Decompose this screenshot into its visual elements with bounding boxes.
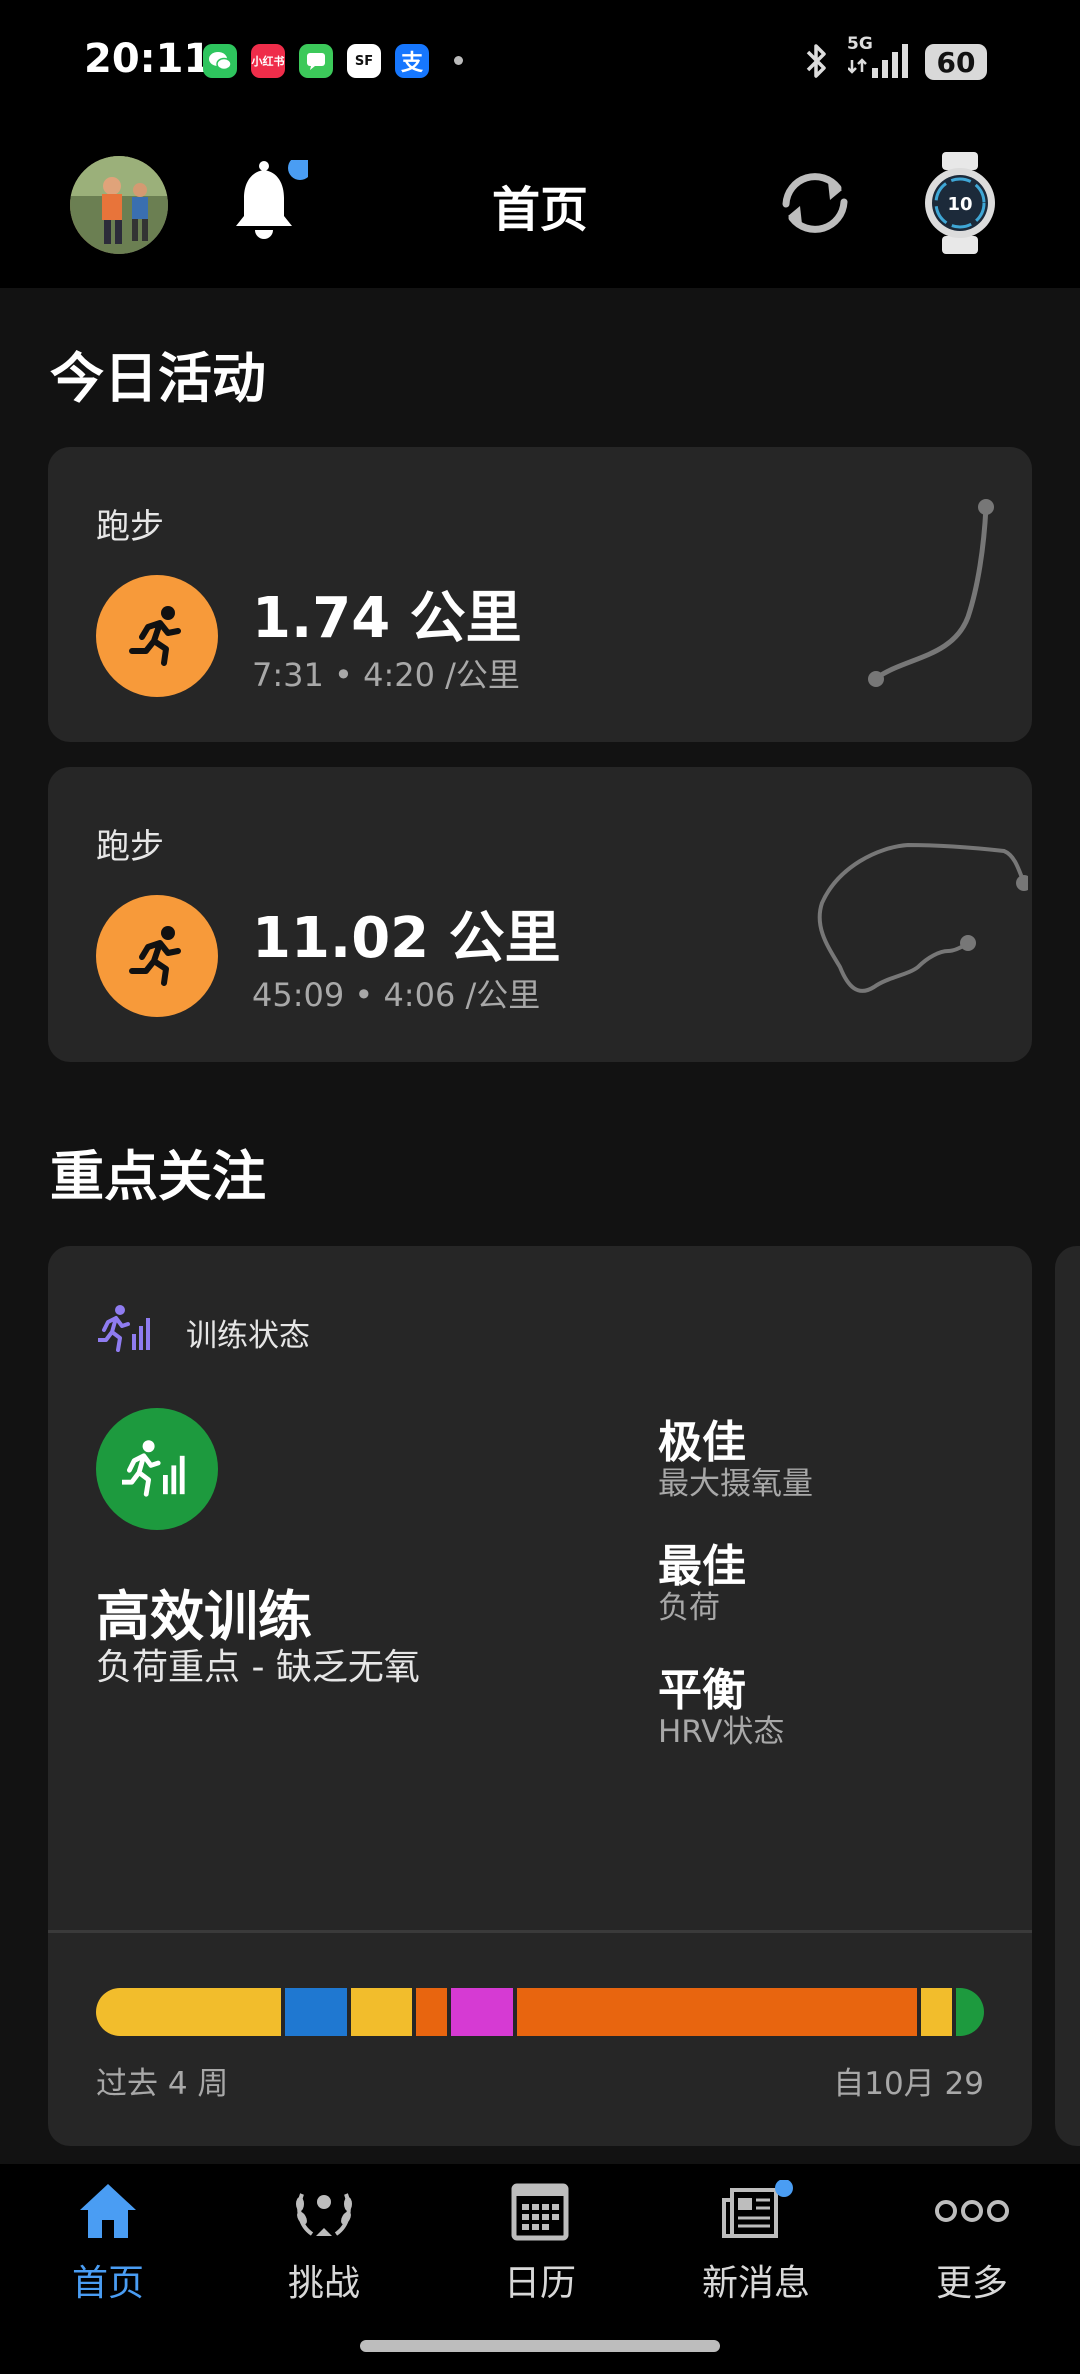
- training-status-badge-icon: [96, 1408, 218, 1530]
- history-segment: [96, 1988, 281, 2036]
- route-map: [868, 499, 994, 687]
- notifications-bell-icon[interactable]: [228, 156, 312, 254]
- training-history-bar: [96, 1988, 984, 2036]
- training-status-subtitle: 负荷重点 - 缺乏无氧: [96, 1647, 420, 1688]
- activity-distance: 11.02 公里: [252, 906, 561, 971]
- training-status-icon: [96, 1304, 156, 1358]
- nav-newsfeed-label: 新消息: [701, 2263, 810, 2304]
- wechat-icon: [203, 44, 237, 78]
- nav-more-label: 更多: [935, 2263, 1008, 2304]
- history-segment: [516, 1988, 918, 2036]
- calendar-icon: [511, 2183, 569, 2241]
- running-icon: [96, 575, 218, 697]
- svg-text:10: 10: [947, 194, 972, 215]
- vo2max-label: 最大摄氧量: [658, 1466, 813, 1502]
- activity-card[interactable]: 跑步 11.02 公里 45:09 • 4:06 /公里: [48, 767, 1032, 1062]
- signal-icon: [847, 38, 912, 84]
- history-segment: [416, 1988, 448, 2036]
- today-section-title: 今日活动: [50, 347, 266, 410]
- nav-challenges[interactable]: 挑战: [216, 2180, 432, 2306]
- activity-type: 跑步: [96, 827, 164, 867]
- running-icon: [96, 895, 218, 1017]
- nav-newsfeed[interactable]: 新消息: [648, 2179, 864, 2306]
- nav-calendar-label: 日历: [503, 2263, 576, 2304]
- laurel-icon: [296, 2193, 352, 2236]
- history-left-caption: 过去 4 周: [96, 2066, 229, 2102]
- battery-level: 60: [936, 45, 976, 79]
- status-time: 20:11: [84, 36, 212, 82]
- sf-express-icon: SF: [347, 44, 381, 78]
- hrv-label: HRV状态: [658, 1714, 785, 1750]
- watch-device-icon[interactable]: 10: [922, 152, 998, 258]
- load-label: 负荷: [658, 1590, 720, 1626]
- nav-home-label: 首页: [71, 2263, 144, 2304]
- alipay-icon: 支: [395, 44, 429, 78]
- page-title: 首页: [491, 182, 588, 238]
- sync-icon[interactable]: [772, 168, 858, 242]
- history-segment: [921, 1988, 953, 2036]
- history-right-caption: 自10月 29: [833, 2066, 984, 2102]
- xiaohongshu-text: 小红书: [251, 55, 285, 68]
- card-divider: [48, 1930, 1032, 1933]
- route-map: [817, 842, 1028, 993]
- alipay-text: 支: [400, 51, 423, 76]
- activity-card[interactable]: 跑步 1.74 公里 7:31 • 4:20 /公里: [48, 447, 1032, 742]
- bluetooth-icon: [800, 40, 834, 86]
- home-icon: [80, 2184, 136, 2238]
- training-status-label: 训练状态: [186, 1318, 310, 1354]
- avatar[interactable]: [70, 156, 168, 254]
- activity-type: 跑步: [96, 507, 164, 547]
- messages-icon: [299, 44, 333, 78]
- activity-detail: 45:09 • 4:06 /公里: [252, 976, 541, 1014]
- nav-challenges-label: 挑战: [287, 2263, 360, 2304]
- activity-distance: 1.74 公里: [252, 586, 522, 651]
- newsfeed-icon: [722, 2179, 793, 2238]
- home-indicator[interactable]: [360, 2340, 720, 2352]
- history-segment: [350, 1988, 413, 2036]
- xiaohongshu-icon: 小红书: [251, 44, 285, 78]
- history-segment: [284, 1988, 347, 2036]
- activity-detail: 7:31 • 4:20 /公里: [252, 656, 520, 694]
- history-segment: [451, 1988, 513, 2036]
- focus-section-title: 重点关注: [50, 1145, 266, 1208]
- sf-text: SF: [354, 53, 374, 69]
- nav-calendar[interactable]: 日历: [432, 2180, 648, 2306]
- more-icon: [935, 2200, 1009, 2222]
- nav-more[interactable]: 更多: [864, 2180, 1080, 2306]
- next-card-peek[interactable]: [1055, 1246, 1080, 2146]
- nav-home[interactable]: 首页: [0, 2180, 216, 2306]
- battery-indicator: 60: [925, 44, 987, 80]
- more-notifications-dot: [454, 56, 463, 65]
